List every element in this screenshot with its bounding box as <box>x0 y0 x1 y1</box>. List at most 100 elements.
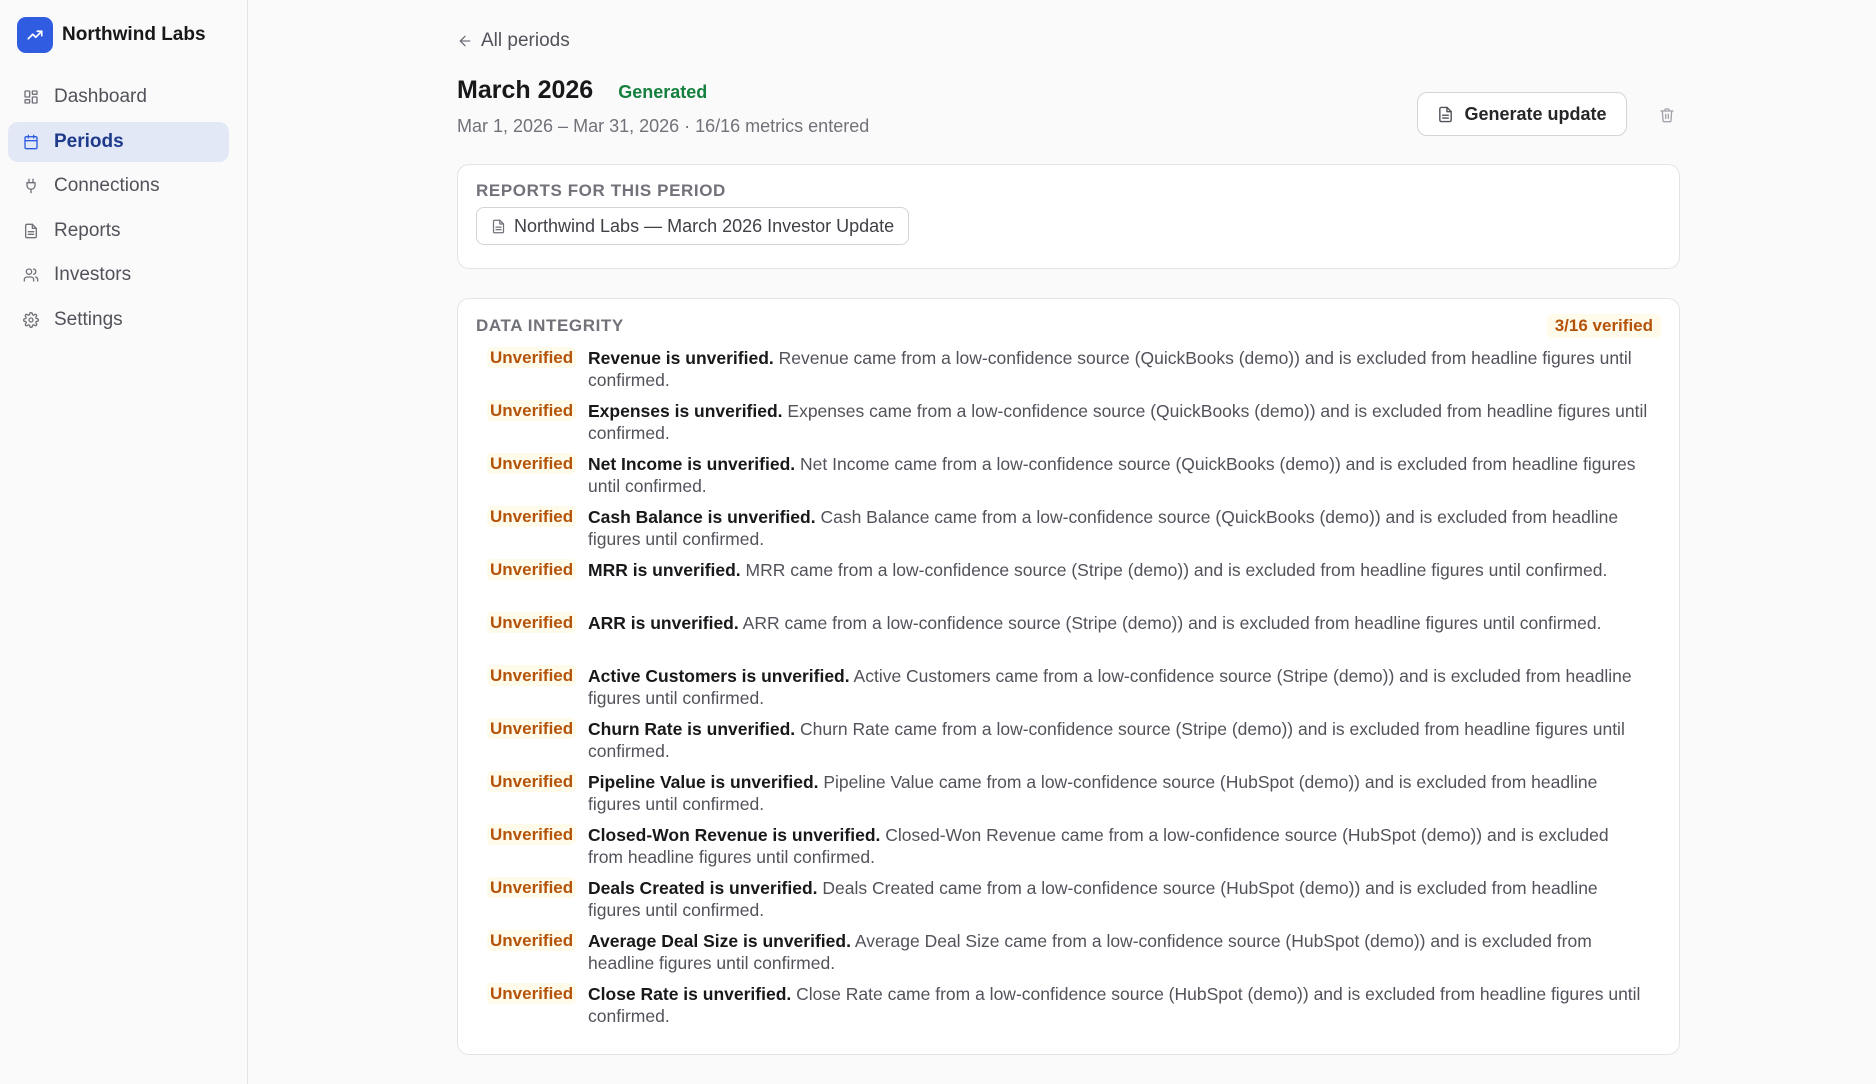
issue-message: Pipeline Value is unverified. Pipeline V… <box>588 771 1648 815</box>
unverified-badge: Unverified <box>476 559 588 581</box>
sidebar-item-label: Periods <box>54 130 124 152</box>
issue-message: Net Income is unverified. Net Income cam… <box>588 453 1648 497</box>
unverified-badge: Unverified <box>476 877 588 899</box>
back-link[interactable]: All periods <box>457 24 570 58</box>
unverified-badge: Unverified <box>476 612 588 634</box>
issue-title: Deals Created is unverified. <box>588 878 818 898</box>
issue-title: Pipeline Value is unverified. <box>588 772 819 792</box>
data-integrity-header: Data integrity 3/16 verified <box>476 314 1661 338</box>
arrow-left-icon <box>459 35 471 47</box>
integrity-issue-list: Unverified Revenue is unverified. Revenu… <box>476 347 1661 1036</box>
calendar-icon <box>22 133 40 151</box>
unverified-badge: Unverified <box>476 506 588 528</box>
status-badge: Generated <box>618 82 708 102</box>
generate-update-button[interactable]: Generate update <box>1417 92 1627 136</box>
integrity-issue: Unverified Deals Created is unverified. … <box>476 877 1661 930</box>
sidebar-item-label: Settings <box>54 308 123 330</box>
issue-title: Expenses is unverified. <box>588 401 783 421</box>
integrity-issue: Unverified Cash Balance is unverified. C… <box>476 506 1661 559</box>
integrity-issue: Unverified Closed-Won Revenue is unverif… <box>476 824 1661 877</box>
issue-message: Expenses is unverified. Expenses came fr… <box>588 400 1648 444</box>
issue-detail: MRR came from a low-confidence source (S… <box>745 560 1608 580</box>
unverified-badge: Unverified <box>476 400 588 422</box>
integrity-issue: Unverified Close Rate is unverified. Clo… <box>476 983 1661 1036</box>
grid-icon <box>22 88 40 106</box>
issue-message: ARR is unverified. ARR came from a low-c… <box>588 612 1648 634</box>
issue-title: Revenue is unverified. <box>588 348 774 368</box>
data-integrity-heading: Data integrity <box>476 316 624 335</box>
brand[interactable]: Northwind Labs <box>0 16 247 54</box>
issue-title: Average Deal Size is unverified. <box>588 931 851 951</box>
integrity-issue: Unverified Churn Rate is unverified. Chu… <box>476 718 1661 771</box>
issue-message: Cash Balance is unverified. Cash Balance… <box>588 506 1648 550</box>
unverified-badge: Unverified <box>476 771 588 793</box>
report-link[interactable]: Northwind Labs — March 2026 Investor Upd… <box>476 207 910 245</box>
plug-icon <box>22 177 40 195</box>
period-subtitle: Mar 1, 2026 – Mar 31, 2026 · 16/16 metri… <box>457 116 870 136</box>
sidebar-item-periods[interactable]: Periods <box>8 121 229 162</box>
title-line: March 2026 Generated <box>457 76 707 105</box>
issue-message: Closed-Won Revenue is unverified. Closed… <box>588 824 1648 868</box>
document-icon <box>22 222 40 240</box>
integrity-issue: Unverified ARR is unverified. ARR came f… <box>476 612 1661 665</box>
app-shell: Northwind Labs Dashboard Periods Connect… <box>0 0 1876 1084</box>
sidebar-nav: Dashboard Periods Connections Reports In… <box>0 77 247 340</box>
integrity-issue: Unverified Revenue is unverified. Revenu… <box>476 347 1661 400</box>
sidebar-item-label: Investors <box>54 264 132 285</box>
sidebar-item-connections[interactable]: Connections <box>8 166 229 206</box>
sidebar-item-investors[interactable]: Investors <box>8 255 229 295</box>
delete-button[interactable] <box>1654 102 1680 128</box>
back-link-label: All periods <box>481 30 570 51</box>
issue-title: Net Income is unverified. <box>588 454 796 474</box>
unverified-badge: Unverified <box>476 453 588 475</box>
brand-name: Northwind Labs <box>62 24 206 45</box>
unverified-badge: Unverified <box>476 983 588 1005</box>
issue-title: Cash Balance is unverified. <box>588 507 816 527</box>
sidebar-item-label: Dashboard <box>54 86 147 107</box>
integrity-issue: Unverified Average Deal Size is unverifi… <box>476 930 1661 983</box>
gear-icon <box>22 311 40 329</box>
issue-message: Average Deal Size is unverified. Average… <box>588 930 1648 974</box>
data-integrity-card: Data integrity 3/16 verified Unverified … <box>457 298 1680 1055</box>
integrity-issue: Unverified Expenses is unverified. Expen… <box>476 400 1661 453</box>
issue-title: MRR is unverified. <box>588 560 741 580</box>
main-content: All periods March 2026 Generated Mar 1, … <box>248 0 1876 1084</box>
trash-icon <box>1660 108 1674 123</box>
generate-update-label: Generate update <box>1464 103 1607 124</box>
issue-title: Close Rate is unverified. <box>588 984 792 1004</box>
integrity-issue: Unverified Active Customers is unverifie… <box>476 665 1661 718</box>
sidebar: Northwind Labs Dashboard Periods Connect… <box>0 0 248 1084</box>
users-icon <box>22 266 40 284</box>
issue-title: ARR is unverified. <box>588 613 739 633</box>
unverified-badge: Unverified <box>476 930 588 952</box>
reports-heading: Reports for this period <box>476 181 726 200</box>
issue-detail: ARR came from a low-confidence source (S… <box>742 613 1602 633</box>
issue-message: MRR is unverified. MRR came from a low-c… <box>588 559 1648 581</box>
integrity-issue: Unverified MRR is unverified. MRR came f… <box>476 559 1661 612</box>
verified-count-badge: 3/16 verified <box>1546 314 1661 338</box>
issue-title: Closed-Won Revenue is unverified. <box>588 825 881 845</box>
integrity-issue: Unverified Net Income is unverified. Net… <box>476 453 1661 506</box>
unverified-badge: Unverified <box>476 665 588 687</box>
period-detail: All periods March 2026 Generated Mar 1, … <box>457 24 1680 1055</box>
sidebar-item-reports[interactable]: Reports <box>8 211 229 251</box>
issue-message: Deals Created is unverified. Deals Creat… <box>588 877 1648 921</box>
sidebar-item-label: Reports <box>54 219 121 241</box>
page-title: March 2026 <box>457 76 594 104</box>
integrity-issue: Unverified Pipeline Value is unverified.… <box>476 771 1661 824</box>
report-link-label: Northwind Labs — March 2026 Investor Upd… <box>514 215 895 236</box>
reports-card: Reports for this period Northwind Labs —… <box>457 164 1680 269</box>
issue-message: Close Rate is unverified. Close Rate cam… <box>588 983 1648 1027</box>
unverified-badge: Unverified <box>476 347 588 369</box>
issue-message: Churn Rate is unverified. Churn Rate cam… <box>588 718 1648 762</box>
document-icon <box>1439 106 1453 122</box>
issue-title: Active Customers is unverified. <box>588 666 850 686</box>
unverified-badge: Unverified <box>476 718 588 740</box>
sidebar-item-settings[interactable]: Settings <box>8 300 229 340</box>
issue-message: Active Customers is unverified. Active C… <box>588 665 1648 709</box>
issue-message: Revenue is unverified. Revenue came from… <box>588 347 1648 391</box>
document-icon <box>492 219 505 233</box>
sidebar-item-label: Connections <box>54 175 160 196</box>
page-header: All periods March 2026 Generated Mar 1, … <box>457 24 1680 136</box>
sidebar-item-dashboard[interactable]: Dashboard <box>8 77 229 117</box>
